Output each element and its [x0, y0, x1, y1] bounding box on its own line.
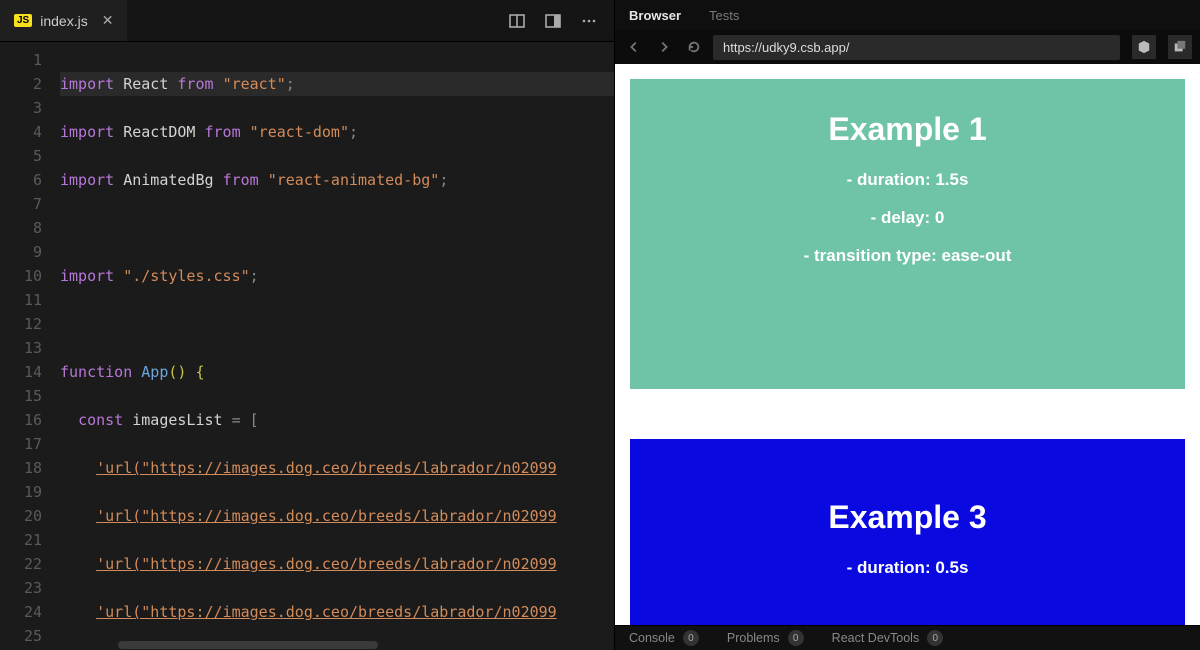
preview-pane: Browser Tests Example 1 - duration: 1.5s… — [614, 0, 1200, 650]
card3-duration: - duration: 0.5s — [650, 558, 1165, 578]
close-tab-icon[interactable]: ✕ — [102, 12, 114, 29]
editor-tabbar: JS index.js ✕ — [0, 0, 614, 42]
browser-address-bar — [615, 30, 1200, 64]
card1-duration: - duration: 1.5s — [650, 170, 1165, 190]
card1-title: Example 1 — [650, 111, 1165, 148]
example-card-3: Example 3 - duration: 0.5s — [630, 439, 1185, 625]
nav-back-icon[interactable] — [623, 36, 645, 58]
split-editor-icon[interactable] — [504, 8, 530, 34]
code-area[interactable]: 1 2 3 4 5 6 7 8 9 10 11 12 13 14 15 16 1… — [0, 42, 614, 650]
editor-tab-filename: index.js — [40, 13, 87, 29]
code-content[interactable]: import React from "react"; import ReactD… — [54, 42, 614, 650]
horizontal-scrollbar[interactable] — [108, 640, 614, 650]
open-external-icon[interactable] — [1168, 35, 1192, 59]
codesandbox-icon[interactable] — [1132, 35, 1156, 59]
more-actions-icon[interactable] — [576, 8, 602, 34]
devtools-problems[interactable]: Problems 0 — [727, 630, 804, 646]
nav-forward-icon[interactable] — [653, 36, 675, 58]
example-card-1: Example 1 - duration: 1.5s - delay: 0 - … — [630, 79, 1185, 389]
react-count-badge: 0 — [927, 630, 943, 646]
preview-tabs: Browser Tests — [615, 0, 1200, 30]
reload-icon[interactable] — [683, 36, 705, 58]
tab-browser[interactable]: Browser — [629, 8, 681, 23]
line-number-gutter: 1 2 3 4 5 6 7 8 9 10 11 12 13 14 15 16 1… — [0, 42, 54, 650]
problems-count-badge: 0 — [788, 630, 804, 646]
card3-title: Example 3 — [650, 499, 1165, 536]
console-count-badge: 0 — [683, 630, 699, 646]
devtools-react[interactable]: React DevTools 0 — [832, 630, 944, 646]
devtools-console[interactable]: Console 0 — [629, 630, 699, 646]
card1-delay: - delay: 0 — [650, 208, 1165, 228]
scrollbar-thumb[interactable] — [118, 641, 378, 649]
devtools-bar: Console 0 Problems 0 React DevTools 0 — [615, 625, 1200, 650]
code-editor-pane: JS index.js ✕ 1 2 3 4 5 6 7 8 9 — [0, 0, 614, 650]
preview-panel-icon[interactable] — [540, 8, 566, 34]
card1-transition: - transition type: ease-out — [650, 246, 1165, 266]
url-input[interactable] — [713, 35, 1120, 60]
preview-viewport[interactable]: Example 1 - duration: 1.5s - delay: 0 - … — [615, 64, 1200, 625]
js-lang-badge: JS — [14, 14, 32, 27]
tab-tests[interactable]: Tests — [709, 8, 739, 23]
editor-tab-indexjs[interactable]: JS index.js ✕ — [0, 0, 127, 41]
